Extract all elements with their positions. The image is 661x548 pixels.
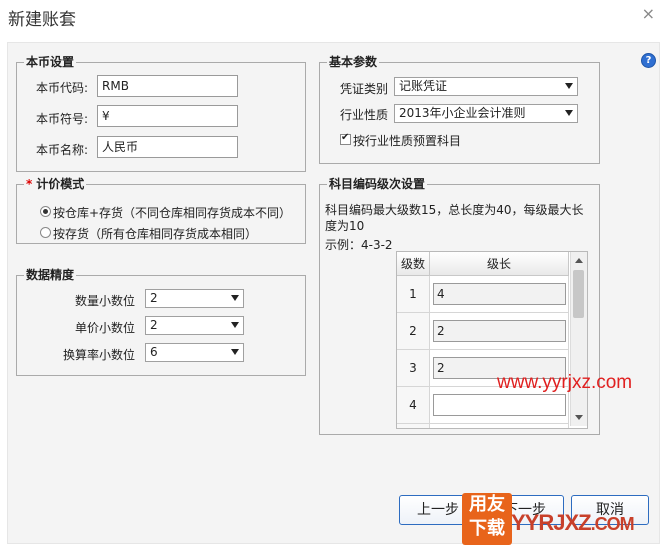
account-coding-legend: 科目编码级次设置 [327, 177, 428, 191]
currency-code-input[interactable]: RMB [97, 75, 238, 97]
chevron-down-icon [565, 83, 573, 89]
col-length-header: 级长 [429, 252, 569, 276]
level-number: 4 [397, 386, 430, 424]
level-number: 5 [397, 423, 430, 428]
voucher-type-value: 记账凭证 [399, 79, 448, 93]
pricing-radio-inventory[interactable] [40, 227, 51, 238]
pricing-radio-warehouse[interactable] [40, 206, 51, 217]
required-mark: * [26, 177, 33, 191]
level-length-input[interactable]: 4 [433, 283, 566, 305]
help-icon[interactable]: ? [641, 53, 656, 68]
watermark-url: www.yyrjxz.com [497, 372, 633, 393]
preset-accounts-checkbox[interactable] [340, 132, 351, 145]
data-precision-legend: 数据精度 [24, 268, 77, 282]
currency-code-label: 本币代码: [36, 81, 89, 95]
basic-params-legend: 基本参数 [327, 55, 380, 69]
col-level-header: 级数 [397, 252, 430, 276]
level-length-input[interactable]: 2 [433, 320, 566, 342]
scroll-thumb[interactable] [573, 270, 584, 318]
close-icon[interactable]: × [642, 4, 655, 23]
preset-accounts-label[interactable]: 按行业性质预置科目 [353, 132, 461, 149]
industry-value: 2013年小企业会计准则 [399, 106, 526, 120]
qty-decimals-value: 2 [150, 291, 158, 305]
currency-symbol-label: 本币符号: [36, 112, 89, 126]
level-length-input[interactable] [433, 394, 566, 416]
coding-example: 示例：4-3-2 [325, 238, 393, 252]
dialog-title-bar: 新建账套 × [0, 0, 661, 32]
chevron-down-icon [565, 110, 573, 116]
industry-select[interactable]: 2013年小企业会计准则 [394, 104, 578, 123]
price-decimals-select[interactable]: 2 [145, 316, 244, 335]
coding-level-table: 级数 级长 1 4 2 2 3 2 4 5 [396, 251, 588, 429]
table-row: 5 [397, 423, 569, 428]
rate-decimals-value: 6 [150, 345, 158, 359]
voucher-type-label: 凭证类别 [340, 82, 389, 96]
industry-label: 行业性质 [340, 108, 389, 122]
chevron-down-icon [231, 349, 239, 355]
price-decimals-label: 单价小数位 [75, 321, 136, 335]
watermark-domain-tld: .COM [590, 514, 635, 534]
rate-decimals-select[interactable]: 6 [145, 343, 244, 362]
scroll-up-icon[interactable] [575, 258, 583, 263]
chevron-down-icon [231, 295, 239, 301]
level-number: 2 [397, 312, 430, 350]
level-number: 3 [397, 349, 430, 387]
pricing-option-warehouse[interactable]: 按仓库+存货（不同仓库相同存货成本不同） [53, 204, 291, 221]
currency-name-input[interactable]: 人民币 [97, 136, 238, 158]
watermark-domain: YYRJXZ.COM [511, 510, 635, 536]
qty-decimals-label: 数量小数位 [75, 294, 136, 308]
length-cell: 2 [429, 312, 569, 350]
watermark-domain-name: YYRJXZ [511, 510, 592, 535]
pricing-mode-legend: * 计价模式 [24, 177, 87, 191]
price-decimals-value: 2 [150, 318, 158, 332]
currency-name-label: 本币名称: [36, 143, 89, 157]
pricing-option-inventory[interactable]: 按存货（所有仓库相同存货成本相同） [53, 225, 257, 242]
coding-description: 科目编码最大级数15，总长度为40，每级最大长度为10 [325, 203, 584, 233]
table-scrollbar[interactable] [570, 252, 587, 426]
rate-decimals-label: 换算率小数位 [63, 348, 136, 362]
watermark-logo: 用友 下载 [462, 493, 512, 545]
length-cell: 4 [429, 275, 569, 313]
qty-decimals-select[interactable]: 2 [145, 289, 244, 308]
table-row: 1 4 [397, 275, 569, 313]
currency-symbol-input[interactable]: ¥ [97, 105, 238, 127]
level-number: 1 [397, 275, 430, 313]
length-cell [429, 423, 569, 428]
watermark-logo-line1: 用友 [469, 494, 505, 515]
dialog-title: 新建账套 [8, 10, 76, 30]
table-row: 2 2 [397, 312, 569, 350]
currency-settings-legend: 本币设置 [24, 55, 77, 69]
pricing-mode-title: 计价模式 [36, 177, 85, 191]
table-header-row: 级数 级长 [397, 252, 569, 276]
voucher-type-select[interactable]: 记账凭证 [394, 77, 578, 96]
chevron-down-icon [231, 322, 239, 328]
watermark-logo-line2: 下载 [469, 518, 505, 539]
scroll-down-icon[interactable] [575, 415, 583, 420]
